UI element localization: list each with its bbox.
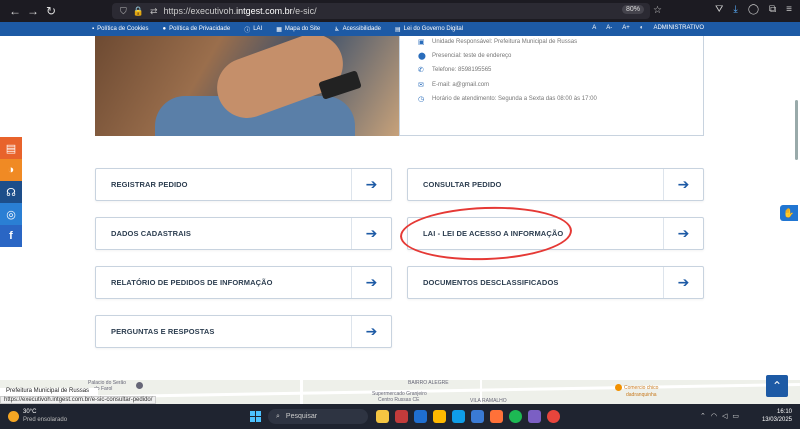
contact-info-box: ▣ Unidade Responsável: Prefeitura Municip… — [399, 36, 704, 136]
app-icon[interactable] — [414, 410, 427, 423]
shield-icon[interactable]: ⛉ — [120, 6, 127, 17]
info-telefone: ✆ Telefone: 8598195565 — [418, 67, 492, 74]
font-decrease[interactable]: A- — [606, 25, 612, 31]
chat-icon[interactable]: ▤ — [0, 137, 22, 159]
windows-start-icon[interactable] — [250, 411, 261, 422]
documentos-desclassificados-button[interactable]: DOCUMENTOS DESCLASSIFICADOS ➔ — [407, 266, 704, 299]
windows-taskbar: 30°C Pred ensolarado ⌕ Pesquisar ⌃ ◠ ◁ ▭ 1… — [0, 404, 800, 429]
relatorio-pedidos-button[interactable]: RELATÓRIO DE PEDIDOS DE INFORMAÇÃO ➔ — [95, 266, 392, 299]
url-text[interactable]: https://executivoh.intgest.com.br/e-sic/ — [164, 6, 317, 16]
info-presencial: ⬤ Presencial: teste de endereço — [418, 53, 512, 60]
map-place-label: Prefeitura Municipal de Russas — [0, 388, 98, 396]
permissions-icon[interactable]: ⇄ — [150, 6, 158, 17]
ouvidoria-icon[interactable]: ◑ — [0, 159, 22, 181]
arrow-right-icon[interactable]: ➔ — [351, 316, 391, 347]
app-icon[interactable] — [471, 410, 484, 423]
info-icon: ⓘ — [244, 27, 251, 34]
status-bar-url: https://executivoh.intgest.com.br/e-sic-… — [0, 396, 157, 404]
app-icon[interactable] — [433, 410, 446, 423]
bookmark-star-icon[interactable]: ☆ — [653, 5, 662, 16]
admin-link[interactable]: ADMINISTRATIVO — [653, 25, 704, 31]
govbar-cookies[interactable]: ▪ Política de Cookies — [92, 26, 149, 32]
arrow-right-icon[interactable]: ➔ — [663, 267, 703, 298]
govbar-privacy[interactable]: ● Política de Privacidade — [163, 26, 231, 32]
zoom-indicator[interactable]: 80% — [621, 5, 644, 14]
hero-image — [95, 36, 400, 136]
clock[interactable]: 16:10 13/03/2025 — [762, 408, 792, 424]
red-annotation-circle — [399, 204, 573, 263]
map-pin-icon[interactable] — [615, 384, 622, 391]
govbar-sitemap[interactable]: ▦ Mapa do Site — [276, 26, 320, 33]
back-icon[interactable]: ← — [6, 4, 24, 18]
dados-cadastrais-button[interactable]: DADOS CADASTRAIS ➔ — [95, 217, 392, 250]
spotify-icon[interactable] — [509, 410, 522, 423]
chevron-up-icon[interactable]: ⌃ — [700, 412, 706, 420]
facebook-icon[interactable]: f — [0, 225, 22, 247]
extensions-icon[interactable]: ⧉ — [769, 4, 776, 15]
phone-icon: ✆ — [418, 67, 424, 74]
scrollbar[interactable] — [795, 100, 798, 160]
consultar-pedido-button[interactable]: CONSULTAR PEDIDO ➔ — [407, 168, 704, 201]
email-icon: ✉ — [418, 82, 424, 89]
perguntas-respostas-button[interactable]: PERGUNTAS E RESPOSTAS ➔ — [95, 315, 392, 348]
arrow-right-icon[interactable]: ➔ — [663, 169, 703, 200]
account-icon[interactable]: ◯ — [748, 4, 759, 15]
browser-toolbar: ← → ↻ ⛉ 🔒 ⇄ https://executivoh.intgest.c… — [0, 0, 800, 22]
search-icon: ⌕ — [276, 412, 280, 420]
vlibras-icon[interactable]: ✋ — [780, 205, 798, 221]
download-icon[interactable]: ⤓ — [733, 4, 737, 15]
reload-icon[interactable]: ↻ — [42, 4, 60, 18]
wifi-icon[interactable]: ◠ — [711, 412, 717, 420]
building-icon: ▣ — [418, 39, 425, 46]
info-unidade: ▣ Unidade Responsável: Prefeitura Municip… — [418, 39, 578, 46]
volume-icon[interactable]: ◁ — [722, 412, 727, 420]
firefox-icon[interactable] — [490, 410, 503, 423]
accessibility-icon: ♿ — [334, 26, 340, 33]
weather-widget[interactable]: 30°C Pred ensolarado — [8, 408, 67, 424]
instagram-icon[interactable]: ◎ — [0, 203, 22, 225]
file-explorer-icon[interactable] — [376, 410, 389, 423]
font-reset[interactable]: A — [592, 25, 596, 31]
sun-icon — [8, 410, 19, 422]
govbar-accessibility[interactable]: ♿ Acessibilidade — [334, 26, 381, 33]
battery-icon[interactable]: ▭ — [732, 412, 739, 420]
forward-icon[interactable]: → — [24, 4, 42, 18]
edge-icon[interactable] — [452, 410, 465, 423]
accessibility-bar: ▪ Política de Cookies ● Política de Privac… — [0, 22, 800, 36]
app-icon[interactable] — [528, 410, 541, 423]
clock-icon: ◷ — [418, 96, 425, 103]
headset-icon[interactable]: ☊ — [0, 181, 22, 203]
arrow-right-icon[interactable]: ➔ — [351, 169, 391, 200]
contrast-icon[interactable]: ◐ — [640, 25, 644, 31]
arrow-right-icon[interactable]: ➔ — [663, 218, 703, 249]
address-bar[interactable]: ⛉ 🔒 ⇄ https://executivoh.intgest.com.br/… — [112, 3, 662, 19]
govbar-lai[interactable]: ⓘ LAI — [244, 25, 262, 34]
pocket-icon[interactable]: ⛛ — [715, 4, 723, 15]
document-icon: ▤ — [395, 26, 401, 33]
cookie-icon: ▪ — [92, 26, 95, 32]
location-icon: ⬤ — [418, 53, 426, 60]
lock-icon[interactable]: 🔒 — [133, 6, 144, 17]
map-pin-icon[interactable] — [136, 382, 143, 389]
govbar-digital-gov[interactable]: ▤ Lei do Governo Digital — [395, 26, 463, 33]
menu-icon[interactable]: ≡ — [786, 4, 792, 15]
font-increase[interactable]: A+ — [622, 25, 630, 31]
info-email: ✉ E-mail: a@gmail.com — [418, 82, 490, 89]
registrar-pedido-button[interactable]: REGISTRAR PEDIDO ➔ — [95, 168, 392, 201]
sitemap-icon: ▦ — [276, 26, 282, 33]
scroll-top-button[interactable]: ⌃ — [766, 375, 788, 397]
taskbar-search[interactable]: ⌕ Pesquisar — [268, 409, 368, 424]
info-horario: ◷ Horário de atendimento: Segunda a Sexta… — [418, 96, 597, 103]
privacy-icon: ● — [162, 26, 167, 32]
app-icon[interactable] — [395, 410, 408, 423]
chrome-icon[interactable] — [547, 410, 560, 423]
arrow-right-icon[interactable]: ➔ — [351, 218, 391, 249]
arrow-right-icon[interactable]: ➔ — [351, 267, 391, 298]
